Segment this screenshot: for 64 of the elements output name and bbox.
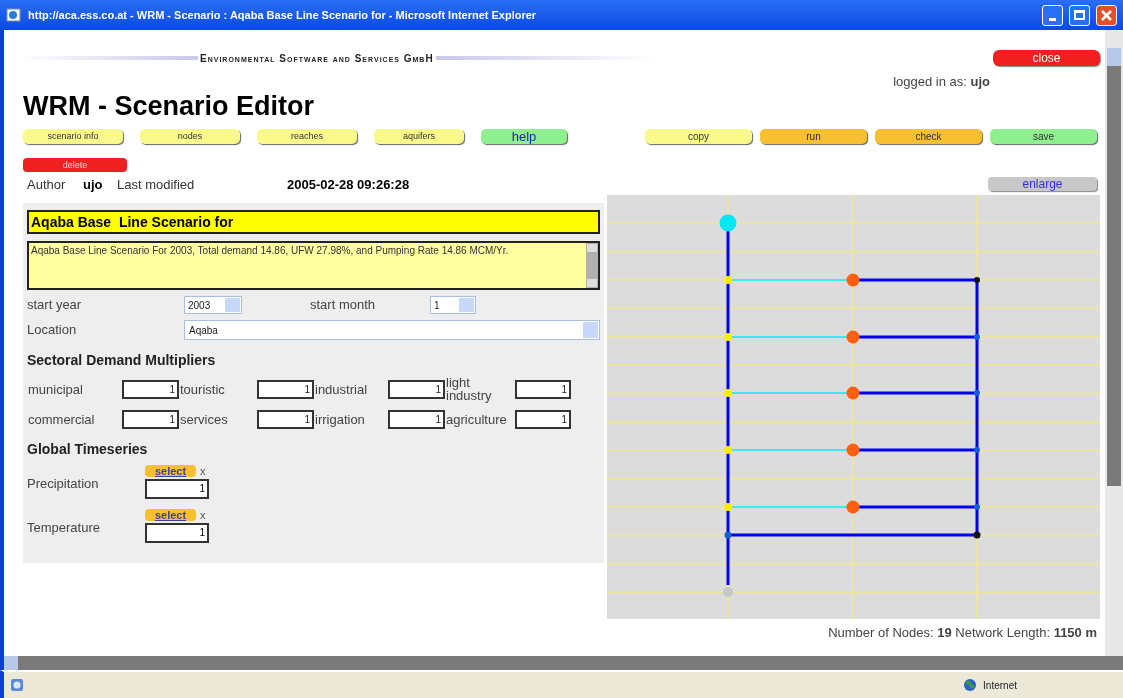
last-modified-value: 2005-02-28 09:26:28: [287, 176, 410, 195]
location-select[interactable]: Aqaba: [184, 320, 600, 340]
multiplier-field[interactable]: 1: [515, 379, 571, 399]
close-button[interactable]: close: [993, 50, 1100, 66]
multiplier-field[interactable]: 1: [388, 410, 445, 429]
toolbar-button[interactable]: scenario info: [23, 129, 123, 144]
author-label: Author: [26, 176, 67, 195]
location-label: Location: [27, 321, 78, 340]
start-month-label: start month: [309, 296, 377, 315]
close-icon[interactable]: [1096, 4, 1117, 26]
section-heading: Sectoral Demand Multipliers: [27, 351, 217, 368]
toolbar-button[interactable]: aquifers: [374, 129, 464, 144]
window-title: http://aca.ess.co.at - WRM - Scenario : Aqaba Base Line Scenario for - Microsoft Internet Explorer: [28, 7, 538, 23]
remove-link[interactable]: x: [200, 510, 206, 521]
browser-icon: [6, 7, 22, 23]
toolbar-button[interactable]: help: [481, 129, 567, 144]
select-button[interactable]: select: [145, 509, 196, 521]
toolbar-button[interactable]: save: [990, 129, 1097, 144]
scenario-name-field[interactable]: Aqaba Base Line Scenario for: [27, 210, 600, 234]
last-modified-label: Last modified: [117, 176, 196, 195]
network-stats: Number of Nodes: 19 Network Length: 1150 m: [828, 624, 1097, 642]
page-title: WRM - Scenario Editor: [23, 91, 315, 121]
timeseries-field[interactable]: 1: [145, 479, 209, 499]
globe-icon: [963, 678, 978, 692]
zone-label: Internet: [983, 678, 1017, 693]
logged-in-user: logged in as: ujo: [893, 73, 990, 90]
multiplier-label: services: [179, 413, 229, 426]
toolbar-button[interactable]: nodes: [140, 129, 240, 144]
select-button[interactable]: select: [145, 465, 196, 477]
timeseries-label: Temperature: [27, 519, 101, 538]
description-field[interactable]: Aqaba Base Line Scenario For 2003, Total demand 14.86, UFW 27.98%, and Pumping Rate 14.86 MCM/Yr.: [27, 241, 600, 290]
toolbar-button[interactable]: run: [760, 129, 867, 144]
scrollbar[interactable]: [586, 243, 598, 288]
multiplier-field[interactable]: 1: [257, 410, 314, 429]
author-value: ujo: [83, 176, 104, 195]
multiplier-field[interactable]: 1: [388, 379, 445, 399]
start-month-select[interactable]: 1: [430, 296, 476, 314]
section-heading: Global Timeseries: [27, 440, 149, 457]
enlarge-button[interactable]: enlarge: [988, 177, 1097, 191]
maximize-button[interactable]: [1069, 4, 1090, 26]
multiplier-label: light industry: [445, 376, 493, 402]
multiplier-field[interactable]: 1: [257, 379, 314, 399]
multiplier-label: municipal: [27, 382, 84, 396]
vertical-scrollbar[interactable]: [1105, 30, 1123, 656]
multiplier-field[interactable]: 1: [122, 410, 179, 429]
remove-link[interactable]: x: [200, 466, 206, 477]
multiplier-label: touristic: [179, 382, 226, 396]
multiplier-label: agriculture: [445, 413, 508, 426]
toolbar-button[interactable]: reaches: [257, 129, 357, 144]
toolbar-button[interactable]: check: [875, 129, 982, 144]
toolbar-button[interactable]: copy: [645, 129, 752, 144]
multiplier-field[interactable]: 1: [515, 410, 571, 429]
start-year-select[interactable]: 2003: [184, 296, 242, 314]
timeseries-label: Precipitation: [27, 475, 100, 494]
multiplier-label: irrigation: [314, 413, 366, 426]
timeseries-field[interactable]: 1: [145, 523, 209, 543]
minimize-button[interactable]: [1042, 4, 1063, 26]
multiplier-field[interactable]: 1: [122, 379, 179, 399]
company-name: Environmental Software and Services GmbH: [199, 51, 435, 66]
start-year-label: start year: [27, 296, 83, 315]
multiplier-label: commercial: [27, 413, 96, 426]
multiplier-label: industrial: [314, 382, 369, 396]
page-icon: [10, 678, 24, 692]
description-text: Aqaba Base Line Scenario For 2003, Total demand 14.86, UFW 27.98%, and Pumping Rate 14.86 MCM/Yr.: [30, 244, 510, 258]
